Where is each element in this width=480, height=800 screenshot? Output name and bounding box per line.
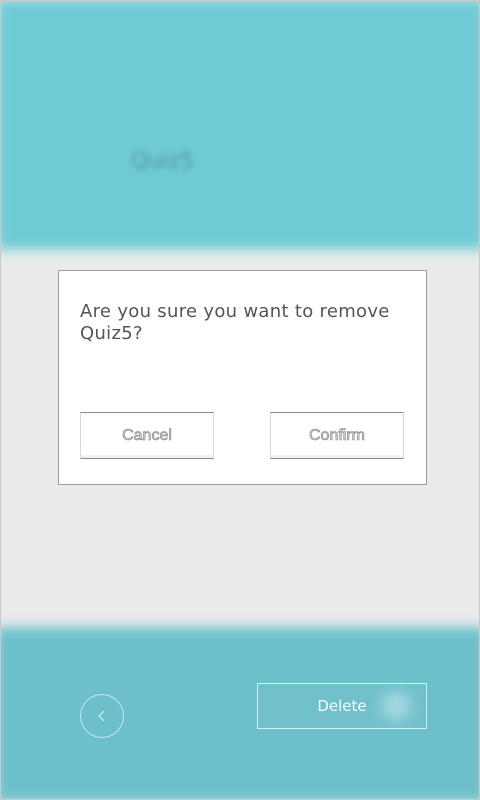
header-title-blurred: Quiz5 xyxy=(131,149,194,174)
delete-button-glow xyxy=(381,691,411,721)
confirm-button[interactable]: Confirm xyxy=(270,412,404,459)
delete-button-label: Delete xyxy=(317,697,367,715)
cancel-button-label: Cancel xyxy=(122,426,172,444)
dialog-message: Are you sure you want to remove Quiz5? xyxy=(80,301,390,344)
screen: Quiz5 Delete Are you sure you want to re… xyxy=(0,0,480,800)
confirm-button-label: Confirm xyxy=(308,426,366,444)
cancel-button[interactable]: Cancel xyxy=(80,412,214,459)
confirm-remove-dialog: Are you sure you want to remove Quiz5? C… xyxy=(58,270,427,485)
header-panel-blurred xyxy=(1,1,479,250)
back-button[interactable] xyxy=(80,694,124,738)
chevron-left-icon xyxy=(98,710,105,722)
